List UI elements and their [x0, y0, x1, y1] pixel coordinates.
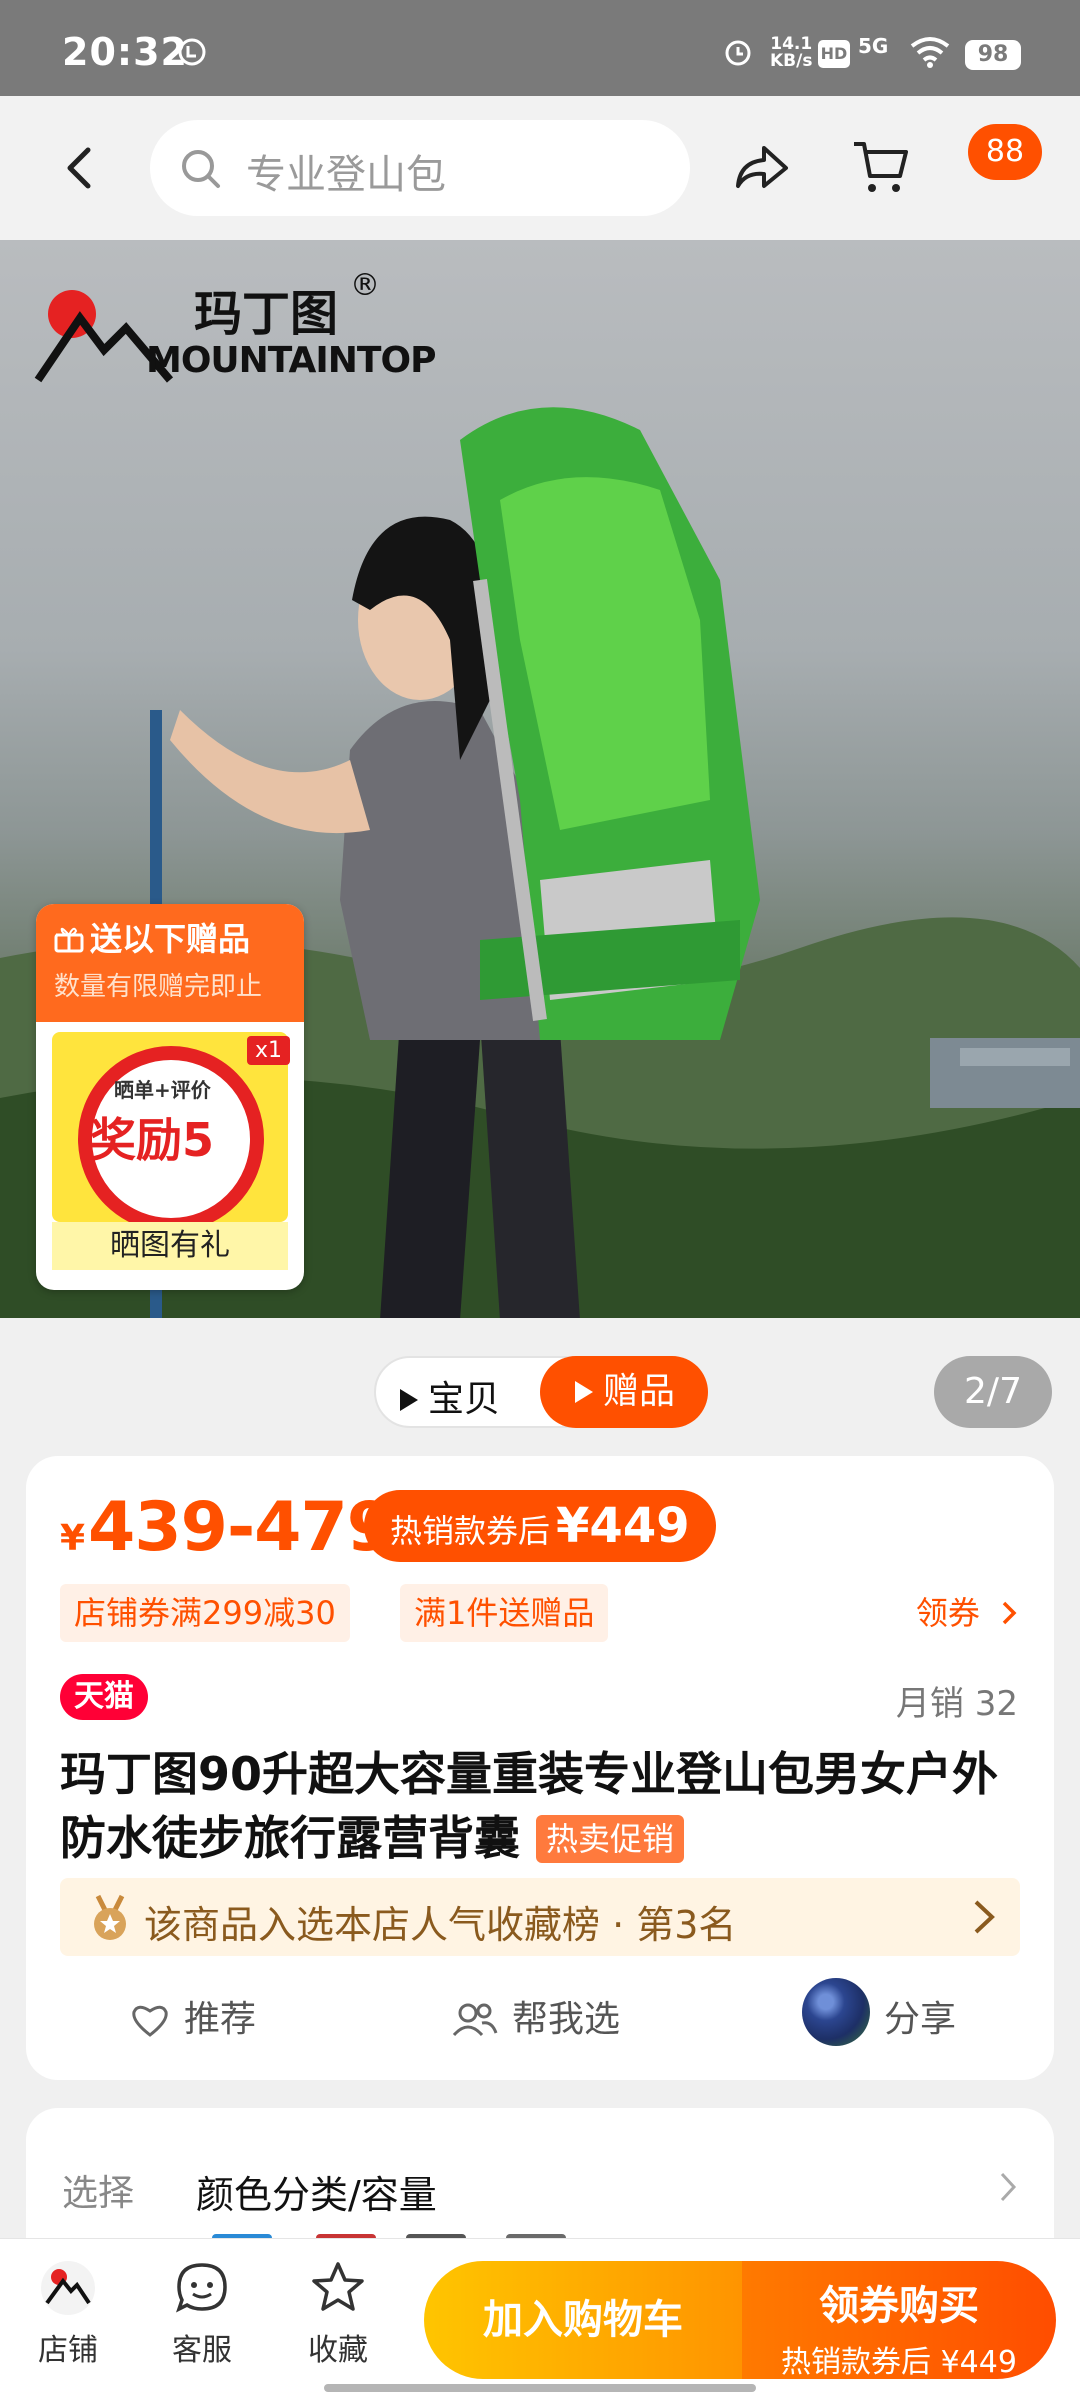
claim-coupon-label: 领券 [915, 1594, 980, 1632]
status-bar: 20:32 14.1 KB/s HD 5G 98 [0, 0, 1080, 96]
gift-title-text: 送以下赠品 [90, 920, 251, 958]
claim-coupon-link[interactable]: 领券 [916, 1588, 1018, 1634]
chevron-right-icon [974, 1900, 995, 1934]
cart-icon[interactable] [850, 136, 910, 196]
tab-product-label: 宝贝 [428, 1379, 501, 1420]
product-title: 玛丁图90升超大容量重装专业登山包男女户外防水徒步旅行露营背囊 热卖促销 [60, 1742, 1020, 1870]
tab-gift-label: 赠品 [602, 1371, 675, 1412]
select-label: 选择 [62, 2173, 135, 2214]
product-title-text: 玛丁图90升超大容量重装专业登山包男女户外防水徒步旅行露营背囊 [60, 1747, 999, 1865]
store-button[interactable]: 店铺 [18, 2259, 118, 2369]
hd-icon: HD [818, 40, 850, 68]
store-label: 店铺 [38, 2333, 98, 2368]
heart-icon [132, 2005, 168, 2037]
buy-button-label: 领券购买 [819, 2283, 979, 2329]
favorite-button[interactable]: 收藏 [288, 2259, 388, 2369]
hot-sale-tag: 热卖促销 [536, 1815, 685, 1863]
share-button[interactable]: 分享 [884, 1990, 956, 2042]
store-logo-icon [41, 2261, 95, 2315]
tab-product-video[interactable]: 宝贝 [398, 1370, 500, 1422]
help-choose-label: 帮我选 [512, 1999, 621, 2040]
battery-icon: 98 [965, 40, 1021, 70]
currency-symbol: ¥ [60, 1518, 86, 1559]
ranking-banner[interactable]: 该商品入选本店人气收藏榜 · 第3名 [60, 1878, 1020, 1956]
back-icon[interactable] [60, 144, 100, 192]
home-indicator[interactable] [324, 2384, 756, 2392]
gift-icon [54, 927, 84, 953]
gift-card-subtitle: 数量有限赠完即止 [54, 972, 263, 1002]
search-input[interactable]: 专业登山包 [150, 120, 690, 216]
store-coupon-tag[interactable]: 店铺券满299减30 [60, 1584, 350, 1642]
gift-image-small-text: 晒单+评价 [114, 1078, 211, 1102]
notification-icon [178, 38, 206, 66]
search-icon [182, 150, 220, 188]
network-speed: 14.1 KB/s [770, 36, 812, 70]
select-value: 颜色分类/容量 [196, 2173, 437, 2217]
clock: 20:32 [62, 30, 188, 74]
gift-quantity: x1 [246, 1036, 290, 1065]
gift-image-reward-text: 奖励5 [90, 1113, 215, 1167]
product-info-card: ¥ 439-479 热销款券后 ¥449 店铺券满299减30 满1件送赠品 领券… [26, 1456, 1054, 2080]
star-icon [312, 2262, 364, 2311]
network-speed-unit: KB/s [770, 51, 813, 71]
media-tab-switch: 宝贝 赠品 [374, 1356, 708, 1428]
play-icon [400, 1389, 418, 1411]
gift-promo-tag[interactable]: 满1件送赠品 [400, 1584, 609, 1642]
gift-card-header: 送以下赠品 数量有限赠完即止 [36, 904, 304, 1022]
people-icon [452, 2003, 498, 2037]
gift-card-title: 送以下赠品 [54, 914, 304, 960]
signal-icon: 5G [858, 34, 889, 58]
chat-icon [176, 2263, 227, 2313]
favorite-label: 收藏 [308, 2333, 368, 2368]
buy-with-coupon-button[interactable]: 领券购买 热销款券后 ¥449 [742, 2261, 1056, 2380]
bottom-action-bar: 店铺 客服 收藏 加入购物车 领券购买 热销款券后 ¥449 [0, 2238, 1080, 2400]
image-page-counter: 2/7 [934, 1356, 1052, 1428]
share-icon[interactable] [732, 138, 790, 196]
search-header: 专业登山包 88 [0, 96, 1080, 240]
ranking-text: 该商品入选本店人气收藏榜 · 第3名 [144, 1903, 737, 1947]
play-icon [574, 1381, 593, 1403]
wifi-icon [910, 37, 950, 68]
chevron-right-icon [1000, 2172, 1017, 2202]
tab-gift-video[interactable]: 赠品 [540, 1356, 708, 1428]
alarm-icon [725, 40, 751, 66]
add-to-cart-button[interactable]: 加入购物车 [424, 2261, 742, 2379]
medal-icon [94, 1894, 126, 1940]
gift-promo-card[interactable]: 送以下赠品 数量有限赠完即止 晒单+评价 奖励5 x1 晒图有礼 [36, 904, 304, 1290]
chevron-right-icon [1002, 1601, 1017, 1625]
avatar [802, 1978, 870, 2046]
brand-name-cn: 玛丁图 [194, 286, 339, 342]
coupon-price-value: ¥449 [556, 1498, 690, 1554]
registered-mark: ® [350, 268, 380, 303]
customer-service-button[interactable]: 客服 [152, 2259, 252, 2369]
customer-service-label: 客服 [172, 2333, 232, 2368]
recommend-button[interactable]: 推荐 [130, 1990, 256, 2042]
coupon-price-label: 热销款券后 [390, 1512, 551, 1550]
buy-button-subtitle: 热销款券后 ¥449 [781, 2345, 1017, 2380]
monthly-sales: 月销 32 [895, 1684, 1018, 1724]
more-badge[interactable]: 88 [968, 124, 1042, 180]
coupon-price-badge[interactable]: 热销款券后 ¥449 [364, 1490, 716, 1562]
tmall-badge: 天猫 [60, 1674, 148, 1720]
help-choose-button[interactable]: 帮我选 [452, 1990, 620, 2042]
product-hero-image[interactable]: 玛丁图 ® MOUNTAINTOP 送以下赠品 数量有限赠完即止 晒单+评价 奖… [0, 240, 1080, 1318]
search-placeholder: 专业登山包 [246, 152, 446, 198]
brand-name-en: MOUNTAINTOP [146, 340, 436, 381]
price-range: 439-479 [88, 1488, 394, 1567]
gift-caption: 晒图有礼 [52, 1222, 288, 1270]
recommend-label: 推荐 [184, 1999, 257, 2040]
brand-logo: 玛丁图 ® MOUNTAINTOP [34, 268, 436, 398]
